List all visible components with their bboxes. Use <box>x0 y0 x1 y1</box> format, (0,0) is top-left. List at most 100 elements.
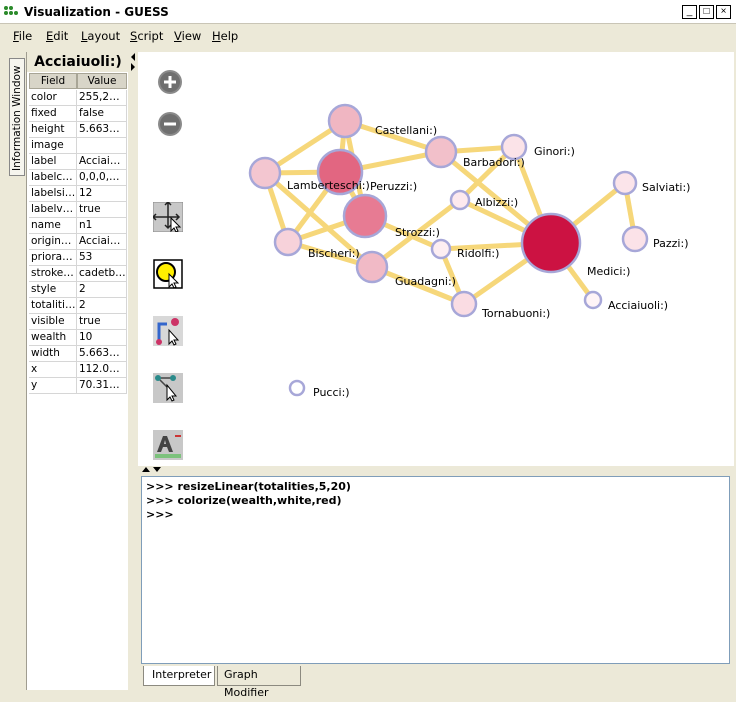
graph-node-strozzi[interactable] <box>342 193 388 239</box>
table-row[interactable]: style 2 <box>29 282 127 298</box>
table-row[interactable]: totalities 2 <box>29 298 127 314</box>
table-row[interactable]: height 5.6635… <box>29 122 127 138</box>
minimize-button[interactable]: _ <box>682 5 697 19</box>
select-tool-icon[interactable] <box>153 259 183 289</box>
graph-node-medici[interactable] <box>520 212 582 274</box>
node-label-peruzzi: Peruzzi:) <box>370 180 417 193</box>
table-row[interactable]: labelvi… true <box>29 202 127 218</box>
table-row[interactable]: y 70.315… <box>29 378 127 394</box>
tab-graph-modifier[interactable]: Graph Modifier <box>217 666 301 699</box>
value-cell[interactable]: false <box>77 106 127 122</box>
table-row[interactable]: labelsize 12 <box>29 186 127 202</box>
console-line: >>> resizeLinear(totalities,5,20) <box>146 480 351 493</box>
graph-svg[interactable]: Castellani:) Barbadori:) Ginori:) Lambertes… <box>138 52 734 466</box>
column-header-field[interactable]: Field <box>29 73 77 89</box>
graph-canvas[interactable]: Castellani:) Barbadori:) Ginori:) Lambertes… <box>138 52 734 466</box>
field-cell: x <box>29 362 77 378</box>
table-header: Field Value <box>29 73 127 89</box>
graph-node-acciaiuoli[interactable] <box>583 290 603 310</box>
table-row[interactable]: color 255,24… <box>29 90 127 106</box>
value-cell[interactable]: true <box>77 314 127 330</box>
value-cell[interactable]: 255,24… <box>77 90 127 106</box>
menu-help[interactable]: Help <box>212 29 238 43</box>
value-cell[interactable]: true <box>77 202 127 218</box>
column-header-value[interactable]: Value <box>77 73 127 89</box>
label-tool-icon[interactable] <box>153 430 183 460</box>
value-cell[interactable]: n1 <box>77 218 127 234</box>
node-label-strozzi: Strozzi:) <box>395 226 440 239</box>
tab-interpreter[interactable]: Interpreter <box>143 666 215 686</box>
menu-help-rest: elp <box>220 29 239 43</box>
value-cell[interactable]: 10 <box>77 330 127 346</box>
zoom-in-icon[interactable] <box>157 69 183 95</box>
menu-file[interactable]: File <box>13 29 32 43</box>
value-cell[interactable]: 5.6635… <box>77 346 127 362</box>
node-label-salviati: Salviati:) <box>642 181 690 194</box>
value-cell[interactable]: Acciaiuoli <box>77 234 127 250</box>
table-row[interactable]: visible true <box>29 314 127 330</box>
value-cell[interactable]: cadetb… <box>77 266 127 282</box>
menu-bar: File Edit Layout Script View Help <box>0 24 736 48</box>
table-row[interactable]: fixed false <box>29 106 127 122</box>
close-button[interactable]: × <box>716 5 731 19</box>
table-row[interactable]: original… Acciaiuoli <box>29 234 127 250</box>
menu-script[interactable]: Script <box>130 29 163 43</box>
menu-edit[interactable]: Edit <box>46 29 68 43</box>
graph-node-barbadori[interactable] <box>424 135 458 169</box>
draw-edge-tool-icon[interactable] <box>153 316 183 346</box>
console-prompt[interactable]: >>> <box>146 508 725 522</box>
table-row[interactable]: image <box>29 138 127 154</box>
information-window-tab[interactable]: Information Window <box>9 58 25 176</box>
table-row[interactable]: x 112.01… <box>29 362 127 378</box>
selected-node-title: Acciaiuoli:) <box>27 52 129 72</box>
graph-node-salviati[interactable] <box>612 170 638 196</box>
field-cell: totalities <box>29 298 77 314</box>
value-cell[interactable] <box>77 138 127 154</box>
graph-node-ridolfi[interactable] <box>430 238 452 260</box>
pan-tool-icon[interactable] <box>153 202 183 232</box>
field-cell: y <box>29 378 77 394</box>
graph-node-lamberteschi[interactable] <box>248 156 282 190</box>
table-row[interactable]: wealth 10 <box>29 330 127 346</box>
table-row[interactable]: width 5.6635… <box>29 346 127 362</box>
field-cell: image <box>29 138 77 154</box>
interpreter-console[interactable]: >>> resizeLinear(totalities,5,20) >>> co… <box>141 476 730 664</box>
graph-node-bischeri[interactable] <box>273 227 303 257</box>
node-label-ridolfi: Ridolfi:) <box>457 247 499 260</box>
value-cell[interactable]: 2 <box>77 282 127 298</box>
graph-node-pazzi[interactable] <box>621 225 649 253</box>
vertical-splitter[interactable] <box>128 52 138 690</box>
value-cell[interactable]: 12 <box>77 186 127 202</box>
bottom-tabs: Interpreter Graph Modifier <box>141 664 733 699</box>
graph-node-guadagni[interactable] <box>355 250 389 284</box>
node-edit-tool-icon[interactable] <box>153 373 183 403</box>
node-label-castellani: Castellani:) <box>375 124 437 137</box>
node-label-ginori: Ginori:) <box>534 145 575 158</box>
graph-node-albizzi[interactable] <box>449 189 471 211</box>
table-row[interactable]: priorates 53 <box>29 250 127 266</box>
value-cell[interactable]: Acciaiu… <box>77 154 127 170</box>
menu-help-mnemonic: H <box>212 29 221 43</box>
value-cell[interactable]: 70.315… <box>77 378 127 394</box>
value-cell[interactable]: 5.6635… <box>77 122 127 138</box>
value-cell[interactable]: 53 <box>77 250 127 266</box>
window-title: Visualization - GUESS <box>24 5 169 19</box>
splitter-up-down-icon[interactable] <box>140 466 164 474</box>
table-row[interactable]: name n1 <box>29 218 127 234</box>
menu-view[interactable]: View <box>174 29 201 43</box>
graph-node-pucci[interactable] <box>288 379 306 397</box>
value-cell[interactable]: 2 <box>77 298 127 314</box>
menu-layout-rest: ayout <box>87 29 121 43</box>
horizontal-splitter[interactable] <box>138 466 736 474</box>
table-row[interactable]: stroke… cadetb… <box>29 266 127 282</box>
field-cell: labelcolor <box>29 170 77 186</box>
value-cell[interactable]: 112.01… <box>77 362 127 378</box>
value-cell[interactable]: 0,0,0,… <box>77 170 127 186</box>
table-row[interactable]: label Acciaiu… <box>29 154 127 170</box>
graph-node-castellani[interactable] <box>327 103 363 139</box>
menu-layout[interactable]: Layout <box>81 29 120 43</box>
maximize-button[interactable]: □ <box>699 5 714 19</box>
zoom-out-icon[interactable] <box>157 111 183 137</box>
table-row[interactable]: labelcolor0,0,0,… <box>29 170 127 186</box>
graph-node-tornabuoni[interactable] <box>450 290 478 318</box>
